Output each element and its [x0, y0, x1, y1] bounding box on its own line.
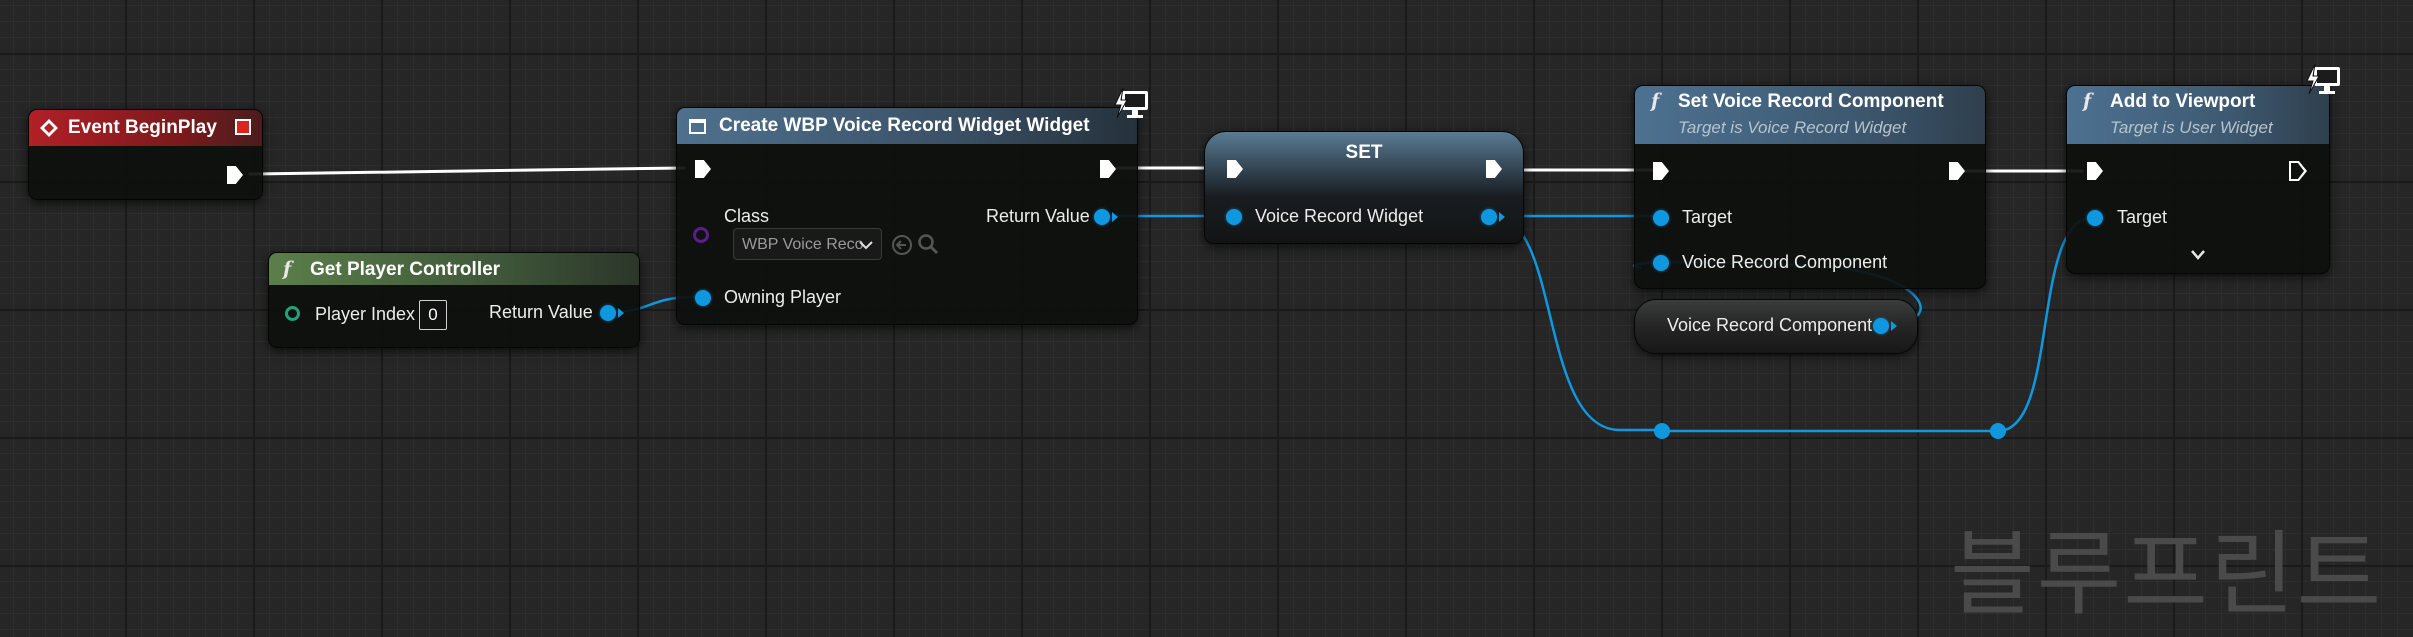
player-index-input[interactable]: 0: [419, 300, 447, 330]
function-icon: f: [2083, 90, 2092, 112]
set-voice-record-component-header: f Set Voice Record Component Target is V…: [1635, 86, 1985, 144]
get-player-controller-node[interactable]: f Get Player Controller Player Index 0 R…: [268, 252, 640, 348]
set-voice-record-component-subtitle: Target is Voice Record Widget: [1678, 118, 1907, 137]
function-icon: f: [1651, 90, 1660, 112]
class-select[interactable]: WBP Voice Reco: [733, 228, 882, 260]
voice-record-component-getter-label: Voice Record Component: [1667, 315, 1873, 335]
event-beginplay-title: Event BeginPlay: [68, 117, 217, 138]
set-voice-record-component-node[interactable]: f Set Voice Record Component Target is V…: [1634, 85, 1986, 289]
add-to-viewport-title: Add to Viewport: [2110, 91, 2256, 112]
return-value-pin[interactable]: [600, 305, 616, 321]
widget-icon: [689, 119, 706, 134]
event-beginplay-node[interactable]: Event BeginPlay: [28, 109, 263, 200]
function-icon: f: [283, 258, 292, 280]
chevron-down-icon[interactable]: [2190, 249, 2206, 261]
return-value-pin-arrow: [618, 308, 624, 318]
set-node[interactable]: SET Voice Record Widget: [1204, 131, 1524, 244]
target-pin[interactable]: [1653, 210, 1669, 226]
browse-arrow-icon[interactable]: [891, 234, 913, 256]
add-to-viewport-subtitle: Target is User Widget: [2110, 118, 2273, 137]
owning-player-label: Owning Player: [724, 287, 842, 307]
class-label: Class: [724, 206, 770, 226]
add-to-viewport-header: f Add to Viewport Target is User Widget: [2067, 86, 2329, 144]
exec-in-pin[interactable]: [2087, 162, 2103, 180]
target-pin[interactable]: [2087, 210, 2103, 226]
class-select-value: WBP Voice Reco: [742, 236, 864, 253]
voice-record-widget-out-pin-arrow: [1499, 212, 1505, 222]
voice-record-component-pin[interactable]: [1653, 255, 1669, 271]
monitor-lightning-icon: [2306, 64, 2340, 95]
create-widget-node[interactable]: Create WBP Voice Record Widget Widget Cl…: [676, 88, 1148, 325]
voice-record-widget-label: Voice Record Widget: [1255, 206, 1424, 226]
exec-in-pin[interactable]: [695, 160, 711, 178]
create-widget-title: Create WBP Voice Record Widget Widget: [719, 115, 1090, 136]
return-value-pin-arrow: [1112, 212, 1118, 222]
exec-out-pin[interactable]: [227, 166, 243, 184]
return-value-label: Return Value: [986, 206, 1090, 226]
return-value-label: Return Value: [489, 302, 593, 322]
exec-wire-begin-to-create: [248, 166, 686, 176]
set-title: SET: [1345, 142, 1383, 163]
voice-record-component-getter-node[interactable]: Voice Record Component: [1634, 299, 1918, 354]
chevron-down-icon: [859, 241, 873, 250]
event-beginplay-header: Event BeginPlay: [29, 110, 262, 146]
voice-record-component-getter-pin-arrow: [1891, 321, 1897, 331]
voice-record-component-getter-pin[interactable]: [1873, 318, 1889, 334]
add-to-viewport-node[interactable]: f Add to Viewport Target is User Widget …: [2066, 64, 2340, 274]
search-icon[interactable]: [917, 233, 939, 255]
get-player-controller-title: Get Player Controller: [310, 259, 501, 280]
get-player-controller-header: f Get Player Controller: [269, 253, 639, 285]
exec-out-pin[interactable]: [1949, 162, 1965, 180]
monitor-lightning-icon: [1114, 88, 1148, 119]
target-label: Target: [2117, 207, 2168, 227]
player-index-pin[interactable]: [285, 306, 300, 321]
voice-record-widget-out-pin[interactable]: [1481, 209, 1497, 225]
target-label: Target: [1682, 207, 1733, 227]
reroute-knot-right[interactable]: [1990, 423, 2006, 439]
stop-square-icon: [235, 119, 251, 135]
exec-in-pin[interactable]: [1653, 162, 1669, 180]
event-diamond-icon: [40, 119, 58, 137]
return-value-pin[interactable]: [1094, 209, 1110, 225]
exec-out-pin[interactable]: [1100, 160, 1116, 178]
create-widget-header: Create WBP Voice Record Widget Widget: [677, 108, 1137, 144]
player-index-label: Player Index: [315, 304, 416, 324]
exec-out-pin[interactable]: [2289, 161, 2307, 181]
voice-record-component-label: Voice Record Component: [1682, 252, 1888, 272]
voice-record-widget-in-pin[interactable]: [1226, 209, 1242, 225]
reroute-knot-left[interactable]: [1654, 423, 1670, 439]
set-voice-record-component-title: Set Voice Record Component: [1678, 91, 1944, 112]
class-pin[interactable]: [693, 227, 709, 243]
owning-player-pin[interactable]: [695, 290, 711, 306]
